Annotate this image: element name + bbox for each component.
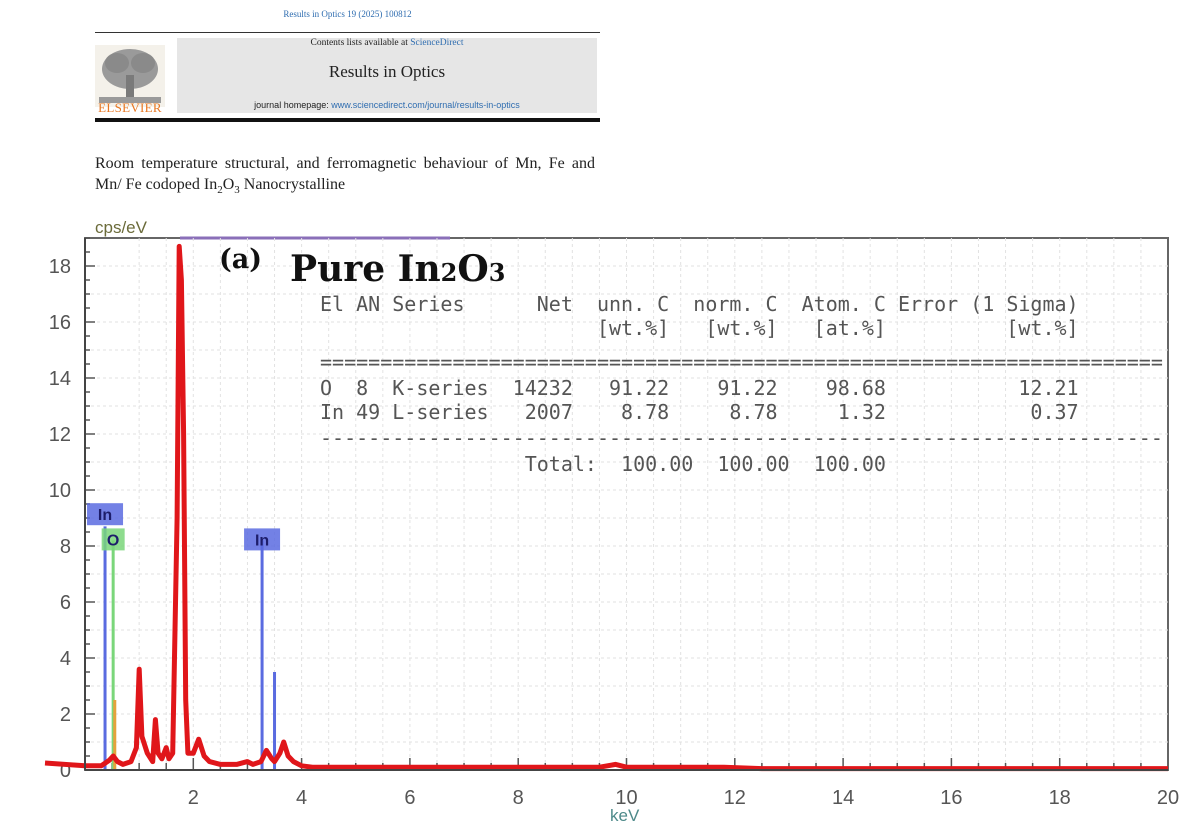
y-tick-label: 8 — [60, 536, 71, 558]
x-tick-label: 18 — [1049, 787, 1071, 809]
y-tick-label: 6 — [60, 592, 71, 614]
title-text-2: O — [222, 176, 235, 193]
x-tick-label: 8 — [513, 787, 524, 809]
chart-title-part-1: Pure In — [290, 248, 441, 290]
sciencedirect-link[interactable]: ScienceDirect — [410, 38, 463, 48]
x-tick-label: 16 — [940, 787, 962, 809]
y-tick-label: 14 — [49, 368, 71, 390]
table-units-row: [wt.%] [wt.%] [at.%] [wt.%] — [320, 316, 1079, 340]
journal-reference: Results in Optics 19 (2025) 100812 — [283, 9, 412, 19]
chart-title-part-2: O — [457, 248, 489, 290]
table-row: In 49 L-series 2007 8.78 8.78 1.32 0.37 — [320, 400, 1079, 424]
chart-title-sub-2: 3 — [488, 258, 506, 287]
homepage-line: journal homepage: www.sciencedirect.com/… — [177, 100, 597, 110]
header-rule-top — [95, 32, 600, 33]
table-row: O 8 K-series 14232 91.22 91.22 98.68 12.… — [320, 376, 1079, 400]
y-tick-label: 16 — [49, 312, 71, 334]
paper-title: Room temperature structural, and ferroma… — [95, 153, 595, 196]
panel-label: (a) — [219, 244, 263, 275]
header-rule-bottom — [95, 118, 600, 122]
table-separator: ----------------------------------------… — [320, 426, 1163, 450]
edx-chart: 0 2 4 6 8 10 12 14 16 18 2 4 6 8 10 12 14 16 18 20 In O In cps… — [0, 210, 1200, 826]
x-tick-label: 4 — [296, 787, 307, 809]
y-tick-label: 18 — [49, 256, 71, 278]
x-tick-label: 20 — [1157, 787, 1179, 809]
x-tick-label: 12 — [724, 787, 746, 809]
x-tick-label: 6 — [404, 787, 415, 809]
x-tick-label: 2 — [188, 787, 199, 809]
chart-title: Pure In2O3 — [290, 248, 505, 290]
elsevier-wordmark: ELSEVIER — [98, 100, 162, 115]
y-tick-label: 12 — [49, 424, 71, 446]
element-label-text: In — [98, 507, 112, 524]
y-tick-label: 2 — [60, 704, 71, 726]
y-axis-label: cps/eV — [95, 218, 147, 237]
journal-name: Results in Optics — [328, 62, 446, 81]
title-text-3: Nanocrystalline — [239, 176, 346, 193]
table-separator: ========================================… — [320, 350, 1163, 374]
element-label-text: In — [255, 532, 269, 549]
homepage-link[interactable]: www.sciencedirect.com/journal/results-in… — [331, 100, 520, 110]
chart-title-sub-1: 2 — [440, 258, 458, 287]
y-tick-label: 10 — [49, 480, 71, 502]
table-header-row: El AN Series Net unn. C norm. C Atom. C … — [320, 292, 1079, 316]
contents-prefix: Contents lists available at — [310, 38, 411, 48]
homepage-prefix: journal homepage: — [254, 100, 332, 110]
element-label-text: O — [107, 532, 119, 549]
table-total-row: Total: 100.00 100.00 100.00 — [320, 452, 886, 476]
journal-banner: Contents lists available at ScienceDirec… — [177, 38, 597, 113]
contents-line: Contents lists available at ScienceDirec… — [177, 38, 597, 48]
y-tick-label: 4 — [60, 648, 71, 670]
x-axis-label: keV — [610, 806, 640, 825]
x-tick-label: 14 — [832, 787, 854, 809]
